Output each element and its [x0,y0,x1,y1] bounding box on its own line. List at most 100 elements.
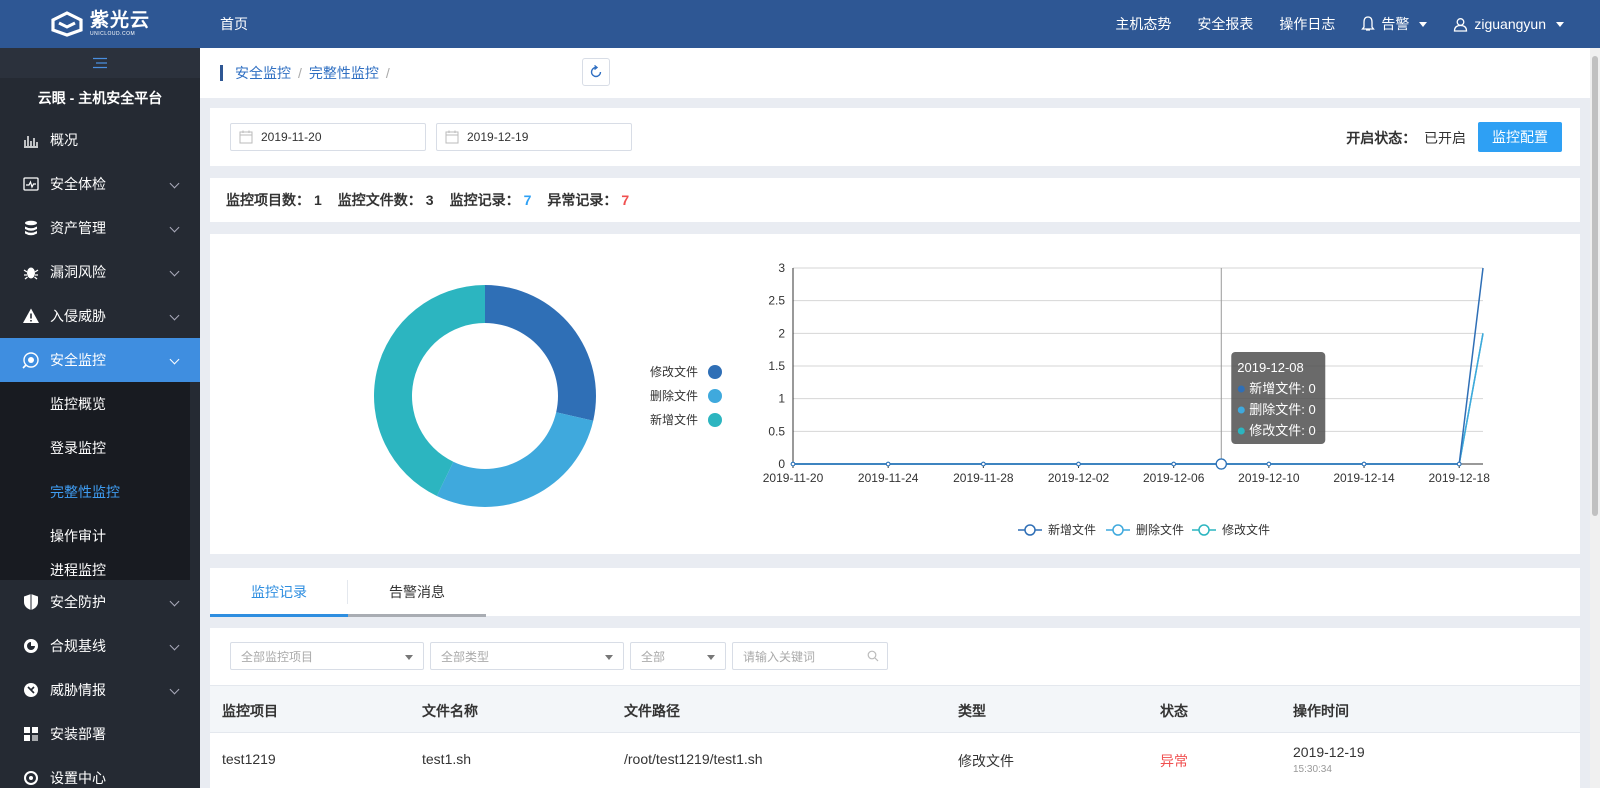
tooltip-row: 修改文件: 0 [1249,423,1315,438]
sidebar-item-checkup[interactable]: 安全体检 [0,162,200,206]
y-tick-label: 0 [778,457,785,471]
sidebar-item-warning[interactable]: 入侵威胁 [0,294,200,338]
y-tick-label: 2 [778,326,785,340]
sidebar-item-intel[interactable]: 威胁情报 [0,668,200,712]
tab-monitor-records[interactable]: 监控记录 [210,568,348,616]
donut-legend-marker [708,413,722,427]
y-tick-label: 1.5 [768,359,785,373]
submenu-item[interactable]: 进程监控 [0,558,190,580]
col-file-name: 文件名称 [422,703,478,719]
status-value: 已开启 [1424,130,1466,146]
status-select-placeholder: 全部 [641,649,666,664]
file-change-donut-chart: 修改文件删除文件新增文件 [374,285,722,508]
nav-host-situation[interactable]: 主机态势 [1115,14,1171,34]
submenu-item[interactable]: 监控概览 [0,382,190,426]
table-header: 监控项目 文件名称 文件路径 类型 状态 操作时间 [210,685,1580,733]
cell-date: 2019-12-19 [1293,744,1365,760]
logo[interactable]: 紫光云 UNICLOUD.COM [0,0,200,48]
settings-icon [22,769,40,787]
tooltip-title: 2019-12-08 [1237,360,1304,375]
sidebar-toggle[interactable] [0,48,200,78]
donut-legend-label: 删除文件 [650,388,698,403]
breadcrumb-integrity-monitor[interactable]: 完整性监控 [309,63,379,83]
sidebar-item-label: 概况 [50,132,78,148]
cell-project: test1219 [222,751,276,767]
sidebar-item-chart[interactable]: 概况 [0,118,200,162]
series-point [1456,461,1462,467]
monitor-config-button[interactable]: 监控配置 [1478,122,1562,152]
menu-toggle-icon [93,57,107,69]
user-icon [1454,17,1468,32]
cell-time: 15:30:34 [1293,763,1332,775]
sidebar-item-baseline[interactable]: 合规基线 [0,624,200,668]
chevron-down-icon [1419,21,1428,27]
refresh-icon [590,65,602,78]
series-point [790,461,796,467]
tooltip-marker [1237,427,1245,435]
stat-records: 监控记录： 7 [450,190,532,210]
file-change-line-chart: 0 0.5 1 1.5 2 2.5 3 2019-11-20 2019-11-24 2019-11… [763,261,1490,537]
project-select-placeholder: 全部监控项目 [241,649,314,664]
cell-file-path: /root/test1219/test1.sh [624,751,763,767]
user-menu[interactable]: ziguangyun [1453,16,1564,32]
tab-active-indicator [210,614,348,617]
breadcrumb-security-monitor[interactable]: 安全监控 [235,63,291,83]
y-tick-label: 2.5 [768,294,785,308]
cell-status: 异常 [1160,753,1188,769]
submenu-item[interactable]: 操作审计 [0,514,190,558]
col-status: 状态 [1160,703,1188,719]
series-point [1361,461,1367,467]
end-date-input[interactable]: 2019-12-19 [436,123,632,151]
x-tick-label: 2019-12-02 [1048,471,1110,485]
stat-records-value: 7 [523,192,532,208]
type-select[interactable]: 全部类型 [430,642,624,670]
sidebar-item-shield[interactable]: 安全防护 [0,580,200,624]
submenu-item[interactable]: 完整性监控 [0,470,190,514]
donut-slice [374,285,485,497]
page-scrollbar[interactable] [1590,48,1600,788]
submenu-item[interactable]: 登录监控 [0,426,190,470]
sidebar-item-database[interactable]: 资产管理 [0,206,200,250]
security-monitor-submenu: 监控概览 登录监控 完整性监控 操作审计 进程监控 [0,382,190,580]
stat-files: 监控文件数： 3 [338,190,434,210]
legend-label: 删除文件 [1136,522,1184,537]
refresh-button[interactable] [582,58,610,86]
keyword-search-input[interactable]: 请输入关键词 [732,642,888,670]
logo-subtext: UNICLOUD.COM [89,31,136,37]
status-select[interactable]: 全部 [630,642,726,670]
sidebar-item-label: 安全监控 [50,352,106,368]
hover-point [1215,458,1227,470]
chevron-down-icon [169,684,180,695]
start-date-value: 2019-11-20 [261,130,322,144]
nav-operation-log[interactable]: 操作日志 [1279,14,1335,34]
tab-alarm-messages[interactable]: 告警消息 [348,568,486,616]
donut-legend-label: 修改文件 [650,364,698,379]
project-select[interactable]: 全部监控项目 [230,642,424,670]
nav-home[interactable]: 首页 [220,14,248,34]
start-date-input[interactable]: 2019-11-20 [230,123,426,151]
breadcrumb: 安全监控 / 完整性监控 / [200,48,1590,98]
tooltip-marker [1237,385,1245,393]
intel-icon [22,681,40,699]
stat-abnormal: 异常记录： 7 [547,190,629,210]
top-bar: 紫光云 UNICLOUD.COM 首页 主机态势 安全报表 操作日志 告警 zi… [0,0,1600,48]
sidebar-item-label: 设置中心 [50,770,106,786]
sidebar-item-settings[interactable]: 设置中心 [0,756,200,788]
col-type: 类型 [958,703,986,719]
sidebar-item-bug[interactable]: 漏洞风险 [0,250,200,294]
series-point [981,461,986,467]
search-icon[interactable] [867,650,879,662]
sidebar-item-monitor[interactable]: 安全监控 [0,338,200,382]
username: ziguangyun [1474,16,1546,32]
cell-operation-time: 2019-12-19 15:30:34 [1293,743,1365,777]
sidebar-item-deploy[interactable]: 安装部署 [0,712,200,756]
nav-security-report[interactable]: 安全报表 [1197,14,1253,34]
monitor-status: 开启状态： 已开启 [1346,128,1466,148]
chevron-down-icon [169,354,180,365]
donut-legend-label: 新增文件 [650,412,698,427]
alarm-menu[interactable]: 告警 [1361,14,1428,34]
scrollbar-thumb[interactable] [1592,56,1598,516]
sidebar: 云眼 - 主机安全平台 概况 安全体检 资产管理 漏洞风险 入侵威胁 安全监控 监控概览登… [0,48,200,788]
table-row[interactable]: test1219 test1.sh /root/test1219/test1.s… [210,733,1580,788]
y-tick-label: 0.5 [768,424,785,438]
